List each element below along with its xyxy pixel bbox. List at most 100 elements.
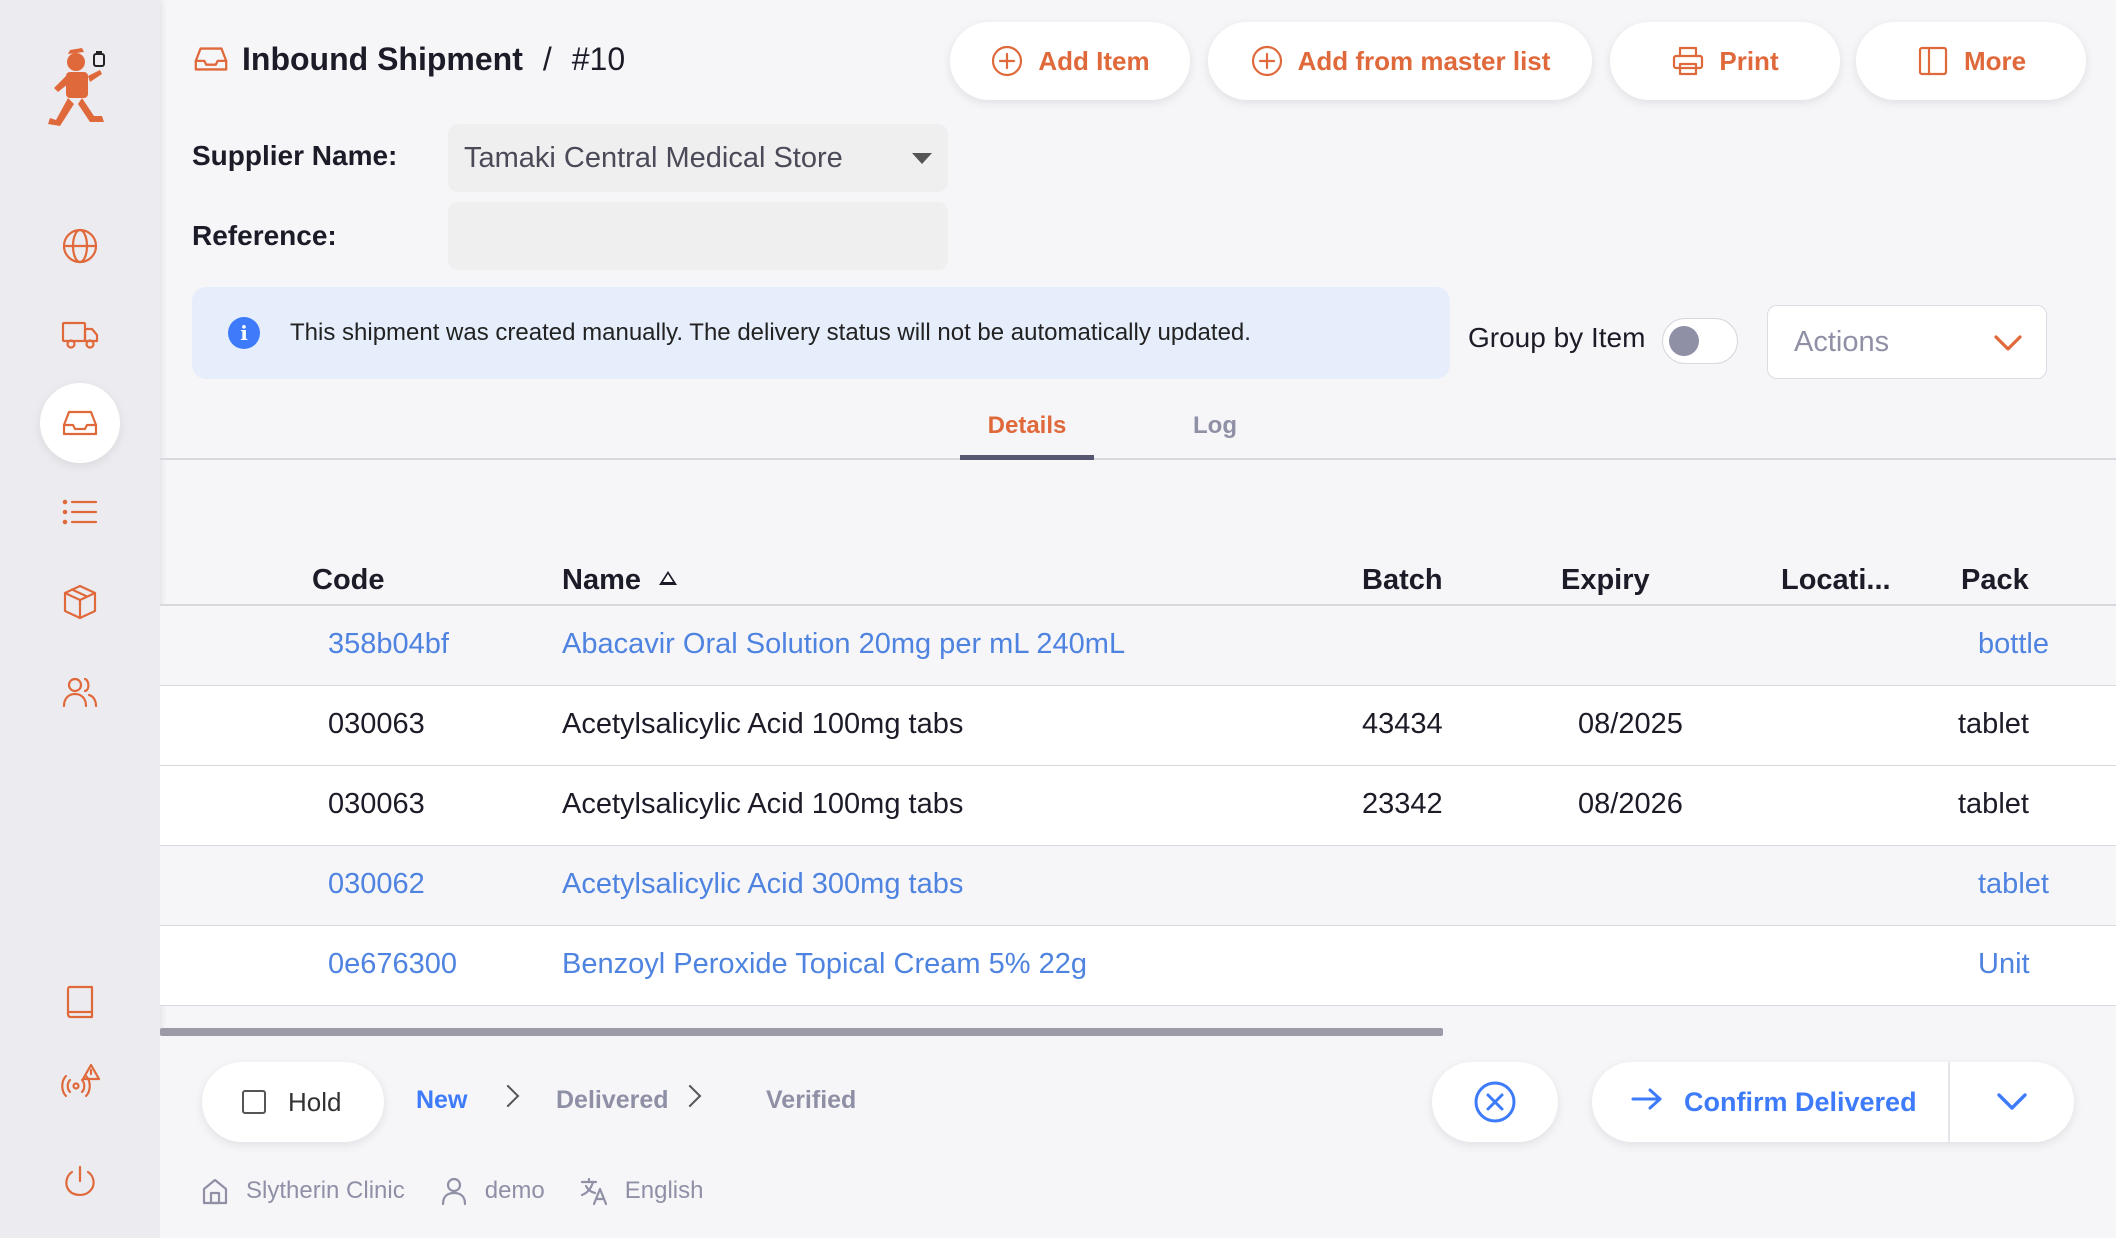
patients-users-icon[interactable] xyxy=(54,666,106,718)
tab-log[interactable]: Log xyxy=(1165,412,1265,460)
table-header: Code Name Batch Expiry Locati... Pack xyxy=(160,550,2116,606)
print-label: Print xyxy=(1719,45,1779,76)
store-indicator[interactable]: Slytherin Clinic xyxy=(200,1176,405,1206)
cell-pack: tablet xyxy=(1958,788,2029,820)
toggle-knob xyxy=(1669,326,1699,356)
inbox-icon xyxy=(194,47,228,71)
status-step-delivered: Delivered xyxy=(556,1086,669,1114)
table-row[interactable]: 358b04bf Abacavir Oral Solution 20mg per… xyxy=(160,606,2116,686)
hold-checkbox-button[interactable]: Hold xyxy=(202,1062,384,1142)
supplier-name-select[interactable]: Tamaki Central Medical Store xyxy=(448,124,948,192)
chevron-down-icon xyxy=(1994,335,2022,351)
cell-code: 358b04bf xyxy=(328,628,449,660)
add-from-master-list-label: Add from master list xyxy=(1297,45,1551,76)
footer-bar: Hold New Delivered Verified Confirm Deli… xyxy=(160,1036,2116,1238)
arrow-right-icon xyxy=(1630,1086,1664,1119)
cell-pack: bottle xyxy=(1978,628,2049,660)
table-row[interactable]: 030063 Acetylsalicylic Acid 100mg tabs 2… xyxy=(160,766,2116,846)
add-item-label: Add Item xyxy=(1038,45,1150,76)
app-logo[interactable] xyxy=(46,44,114,134)
status-step-new: New xyxy=(416,1086,468,1114)
store-name: Slytherin Clinic xyxy=(246,1177,405,1204)
column-header-batch[interactable]: Batch xyxy=(1362,564,1443,597)
page-title: Inbound Shipment / #10 xyxy=(192,40,625,78)
group-by-item-toggle[interactable] xyxy=(1662,318,1738,364)
tab-details[interactable]: Details xyxy=(960,412,1094,460)
reference-label: Reference: xyxy=(192,220,337,251)
tab-bar: Details Log xyxy=(160,400,2116,460)
chevron-down-icon xyxy=(1997,1093,2027,1110)
catalogue-list-icon[interactable] xyxy=(54,486,106,538)
language-name: English xyxy=(624,1177,704,1204)
column-header-location[interactable]: Locati... xyxy=(1781,564,1891,597)
plus-circle-icon xyxy=(992,45,1023,77)
hold-label: Hold xyxy=(288,1086,342,1117)
column-header-expiry[interactable]: Expiry xyxy=(1561,564,1650,597)
cell-expiry: 08/2025 xyxy=(1578,708,1683,740)
cell-batch: 23342 xyxy=(1362,788,1443,820)
confirm-options-dropdown[interactable] xyxy=(1950,1062,2074,1142)
cell-pack: Unit xyxy=(1978,948,2030,980)
distribution-truck-icon[interactable] xyxy=(54,308,106,360)
supplier-name-value: Tamaki Central Medical Store xyxy=(464,141,843,174)
cell-name: Benzoyl Peroxide Topical Cream 5% 22g xyxy=(562,948,1087,980)
plus-circle-icon xyxy=(1251,45,1282,77)
info-banner-text: This shipment was created manually. The … xyxy=(290,319,1251,346)
cell-name: Acetylsalicylic Acid 100mg tabs xyxy=(562,708,964,740)
hold-checkbox[interactable] xyxy=(242,1090,266,1114)
column-header-code[interactable]: Code xyxy=(312,564,385,597)
scrollbar-thumb[interactable] xyxy=(160,1028,1443,1036)
help-book-icon[interactable] xyxy=(54,976,106,1028)
printer-icon xyxy=(1673,46,1704,76)
cell-expiry: 08/2026 xyxy=(1578,788,1683,820)
reference-input[interactable] xyxy=(448,202,948,270)
shipment-number: #10 xyxy=(571,40,626,77)
actions-placeholder: Actions xyxy=(1794,325,1890,358)
table-row[interactable]: 030062 Acetylsalicylic Acid 300mg tabs t… xyxy=(160,846,2116,926)
cell-name: Acetylsalicylic Acid 300mg tabs xyxy=(562,868,964,900)
cell-code: 030063 xyxy=(328,708,425,740)
status-step-verified: Verified xyxy=(766,1086,857,1114)
column-header-name-label: Name xyxy=(562,564,641,596)
cell-pack: tablet xyxy=(1978,868,2049,900)
logout-power-icon[interactable] xyxy=(54,1156,106,1208)
language-indicator[interactable]: English xyxy=(579,1176,704,1206)
user-indicator[interactable]: demo xyxy=(439,1176,545,1206)
table-row[interactable]: 030063 Acetylsalicylic Acid 100mg tabs 4… xyxy=(160,686,2116,766)
info-banner: i This shipment was created manually. Th… xyxy=(192,287,1450,379)
group-by-item-label: Group by Item xyxy=(1468,322,1646,353)
chevron-right-icon xyxy=(496,1084,520,1108)
side-panel-icon xyxy=(1918,46,1948,76)
cell-name: Abacavir Oral Solution 20mg per mL 240mL xyxy=(562,628,1126,660)
column-header-name[interactable]: Name xyxy=(562,564,677,597)
more-button[interactable]: More xyxy=(1856,22,2086,100)
cell-batch: 43434 xyxy=(1362,708,1443,740)
sidebar xyxy=(0,0,160,1238)
caret-down-icon xyxy=(912,153,932,164)
add-item-button[interactable]: Add Item xyxy=(950,22,1190,100)
items-table: Code Name Batch Expiry Locati... Pack 35… xyxy=(160,550,2116,1006)
inventory-box-icon[interactable] xyxy=(54,576,106,628)
actions-dropdown[interactable]: Actions xyxy=(1767,305,2047,379)
replenishment-inbox-icon[interactable] xyxy=(40,383,120,463)
cancel-button[interactable] xyxy=(1432,1062,1558,1142)
print-button[interactable]: Print xyxy=(1610,22,1840,100)
horizontal-scrollbar[interactable] xyxy=(160,1028,2116,1036)
add-from-master-list-button[interactable]: Add from master list xyxy=(1208,22,1592,100)
close-circle-icon xyxy=(1474,1081,1516,1123)
table-row[interactable]: 0e676300 Benzoyl Peroxide Topical Cream … xyxy=(160,926,2116,1006)
column-header-pack[interactable]: Pack xyxy=(1961,564,2029,597)
user-icon xyxy=(441,1177,466,1206)
home-icon xyxy=(202,1178,228,1205)
page-title-text: Inbound Shipment xyxy=(242,40,523,77)
info-icon: i xyxy=(228,317,260,349)
chevron-right-icon xyxy=(678,1084,702,1108)
sync-alert-icon[interactable] xyxy=(54,1056,106,1108)
more-label: More xyxy=(1963,45,2027,76)
main-content: Inbound Shipment / #10 Add Item Add from… xyxy=(160,0,2116,1238)
confirm-delivered-label: Confirm Delivered xyxy=(1684,1086,1917,1117)
user-name: demo xyxy=(484,1177,545,1204)
cell-code: 0e676300 xyxy=(328,948,458,980)
sort-ascending-icon xyxy=(659,571,677,585)
dashboard-globe-icon[interactable] xyxy=(54,220,106,272)
